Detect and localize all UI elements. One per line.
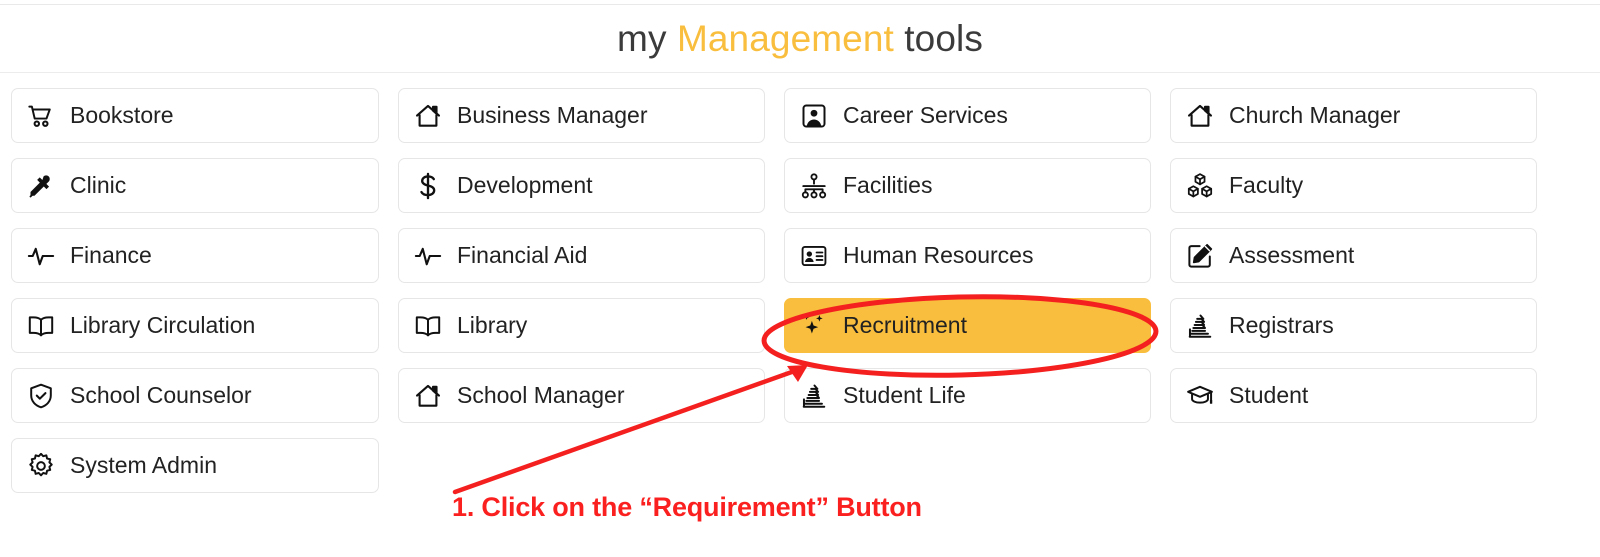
tool-button-development[interactable]: Development xyxy=(398,158,765,213)
fanned-pages-icon xyxy=(799,381,829,411)
tool-button-label: Student xyxy=(1229,382,1309,408)
tool-button-label: Recruitment xyxy=(843,312,967,338)
tool-button-clinic[interactable]: Clinic xyxy=(11,158,379,213)
tool-button-bookstore[interactable]: Bookstore xyxy=(11,88,379,143)
shopping-cart-icon xyxy=(26,101,56,131)
tool-button-library-circulation[interactable]: Library Circulation xyxy=(11,298,379,353)
fanned-pages-icon xyxy=(1185,311,1215,341)
tool-button-label: System Admin xyxy=(70,452,217,478)
open-book-icon xyxy=(413,311,443,341)
tool-button-school-manager[interactable]: School Manager xyxy=(398,368,765,423)
tool-button-label: Financial Aid xyxy=(457,242,588,268)
page-header: my Management tools xyxy=(0,5,1600,72)
pulse-activity-icon xyxy=(26,241,56,271)
tool-button-label: Library xyxy=(457,312,528,338)
pencil-square-icon xyxy=(1185,241,1215,271)
tool-button-church-manager[interactable]: Church Manager xyxy=(1170,88,1537,143)
house-icon xyxy=(1185,101,1215,131)
cubes-icon xyxy=(1185,171,1215,201)
column-2: Business Manager Development Financial Aid… xyxy=(398,88,765,493)
pulse-activity-icon xyxy=(413,241,443,271)
dollar-sign-icon xyxy=(413,171,443,201)
tool-button-label: Assessment xyxy=(1229,242,1355,268)
tool-button-label: Career Services xyxy=(843,102,1008,128)
tool-button-school-counselor[interactable]: School Counselor xyxy=(11,368,379,423)
tool-button-student-life[interactable]: Student Life xyxy=(784,368,1151,423)
tool-button-student[interactable]: Student xyxy=(1170,368,1537,423)
house-icon xyxy=(413,101,443,131)
sparkles-icon xyxy=(799,311,829,341)
tool-button-label: Faculty xyxy=(1229,172,1304,198)
open-book-icon xyxy=(26,311,56,341)
page-root: my Management tools Bookstore Clinic Finan… xyxy=(0,0,1600,557)
tool-button-label: Business Manager xyxy=(457,102,648,128)
house-icon xyxy=(413,381,443,411)
column-4: Church Manager Faculty Assessment Registrar… xyxy=(1170,88,1537,493)
tool-button-finance[interactable]: Finance xyxy=(11,228,379,283)
tool-button-label: Student Life xyxy=(843,382,966,408)
tool-button-label: School Counselor xyxy=(70,382,252,408)
id-card-icon xyxy=(799,241,829,271)
tool-button-label: Bookstore xyxy=(70,102,174,128)
org-chart-icon xyxy=(799,171,829,201)
tool-button-career-services[interactable]: Career Services xyxy=(784,88,1151,143)
page-title-suffix: tools xyxy=(893,18,983,59)
tool-button-assessment[interactable]: Assessment xyxy=(1170,228,1537,283)
tool-button-label: Development xyxy=(457,172,593,198)
tool-button-label: Church Manager xyxy=(1229,102,1401,128)
tool-button-label: Clinic xyxy=(70,172,127,198)
shield-check-icon xyxy=(26,381,56,411)
page-title-accent: Management xyxy=(676,18,894,59)
tool-button-recruitment[interactable]: Recruitment xyxy=(784,298,1151,353)
tool-button-label: Library Circulation xyxy=(70,312,256,338)
header-divider xyxy=(0,72,1600,73)
graduation-cap-icon xyxy=(1185,381,1215,411)
portrait-person-icon xyxy=(799,101,829,131)
tool-button-library[interactable]: Library xyxy=(398,298,765,353)
tool-button-faculty[interactable]: Faculty xyxy=(1170,158,1537,213)
tool-button-human-resources[interactable]: Human Resources xyxy=(784,228,1151,283)
tool-button-label: Facilities xyxy=(843,172,933,198)
tool-button-label: Registrars xyxy=(1229,312,1334,338)
column-1: Bookstore Clinic Finance Library Circulatio… xyxy=(11,88,379,493)
column-3: Career Services Facilities Human Resources… xyxy=(784,88,1151,493)
page-title-prefix: my xyxy=(617,18,677,59)
tools-grid: Bookstore Clinic Finance Library Circulatio… xyxy=(11,88,1589,493)
tool-button-label: Finance xyxy=(70,242,152,268)
tool-button-registrars[interactable]: Registrars xyxy=(1170,298,1537,353)
annotation-step-text: 1. Click on the “Requirement” Button xyxy=(452,492,922,522)
tool-button-financial-aid[interactable]: Financial Aid xyxy=(398,228,765,283)
tool-button-business-manager[interactable]: Business Manager xyxy=(398,88,765,143)
eyedropper-icon xyxy=(26,171,56,201)
gear-icon xyxy=(26,451,56,481)
tool-button-facilities[interactable]: Facilities xyxy=(784,158,1151,213)
page-title: my Management tools xyxy=(617,20,983,57)
tool-button-system-admin[interactable]: System Admin xyxy=(11,438,379,493)
tool-button-label: Human Resources xyxy=(843,242,1034,268)
tool-button-label: School Manager xyxy=(457,382,625,408)
